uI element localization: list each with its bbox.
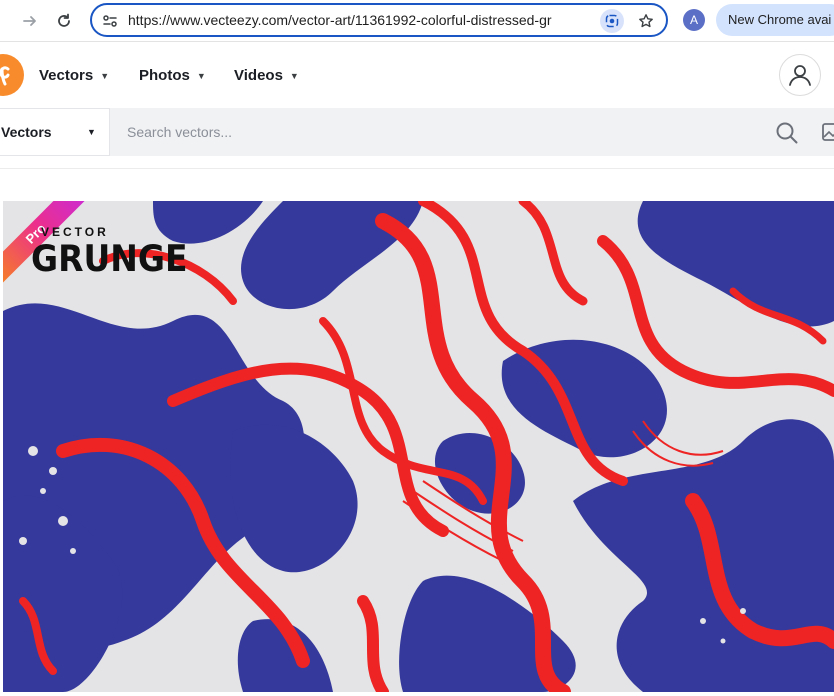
vector-grunge-watermark: VECTOR GRUNGE xyxy=(31,225,188,281)
artwork-preview[interactable]: Pro VECTOR GRUNGE xyxy=(3,201,834,692)
address-bar[interactable]: https://www.vecteezy.com/vector-art/1136… xyxy=(90,3,668,37)
header-divider xyxy=(0,168,834,169)
chevron-down-icon: ▼ xyxy=(289,70,299,81)
star-icon xyxy=(639,14,653,28)
search-input[interactable] xyxy=(111,108,761,156)
search-button[interactable] xyxy=(774,120,800,146)
image-search-icon[interactable] xyxy=(822,122,834,142)
search-bar: Vectors ▼ xyxy=(0,108,834,156)
chevron-down-icon: ▼ xyxy=(196,70,206,81)
account-button[interactable] xyxy=(779,54,821,96)
reload-icon xyxy=(58,13,70,27)
chevron-down-icon: ▼ xyxy=(87,127,96,137)
url-text[interactable]: https://www.vecteezy.com/vector-art/1136… xyxy=(128,12,598,28)
logo-icon xyxy=(0,66,10,86)
search-icon xyxy=(776,122,798,144)
nav-vectors[interactable]: Vectors ▼ xyxy=(39,67,109,84)
browser-toolbar: https://www.vecteezy.com/vector-art/1136… xyxy=(0,0,834,42)
nav-photos[interactable]: Photos ▼ xyxy=(139,67,206,84)
bookmark-button[interactable] xyxy=(634,9,658,33)
forward-button[interactable] xyxy=(17,8,43,34)
user-icon xyxy=(789,65,811,86)
nav-photos-label: Photos xyxy=(139,67,190,84)
arrow-right-icon xyxy=(23,16,36,26)
site-settings-icon[interactable] xyxy=(102,13,118,29)
watermark-bottom-text: GRUNGE xyxy=(31,237,188,280)
google-lens-button[interactable] xyxy=(600,9,624,33)
vecteezy-logo[interactable] xyxy=(0,54,24,96)
nav-videos-label: Videos xyxy=(234,67,283,84)
content-type-label: Vectors xyxy=(1,124,52,140)
lens-icon xyxy=(605,14,619,28)
chevron-down-icon: ▼ xyxy=(100,70,110,81)
chrome-update-banner[interactable]: New Chrome avai xyxy=(716,4,834,36)
content-type-select[interactable]: Vectors ▼ xyxy=(0,108,110,156)
profile-avatar[interactable]: A xyxy=(683,9,705,31)
reload-button[interactable] xyxy=(51,8,77,34)
site-header: Vectors ▼ Photos ▼ Videos ▼ xyxy=(0,43,834,108)
nav-videos[interactable]: Videos ▼ xyxy=(234,67,299,84)
nav-vectors-label: Vectors xyxy=(39,67,94,84)
